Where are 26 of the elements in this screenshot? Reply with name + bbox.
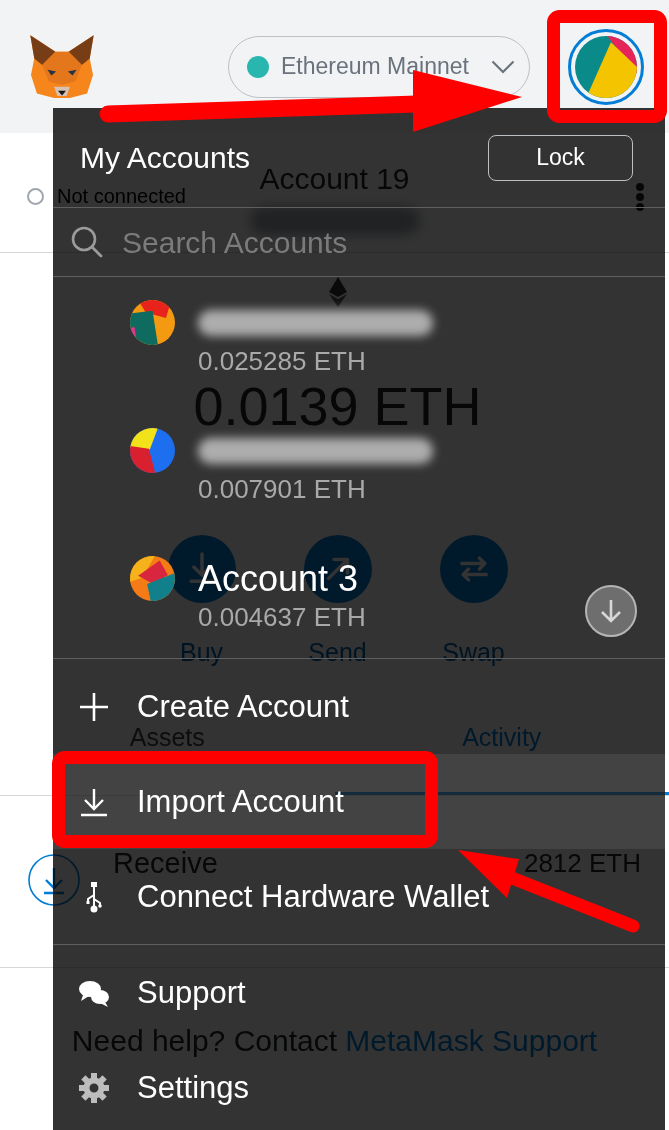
avatar-icon [130,428,175,473]
status-dot-icon [247,55,269,78]
menu-item[interactable]: Import Account [53,754,665,849]
account-button[interactable] [568,28,644,105]
account-balance: 0.004637 ETH [198,603,366,631]
fox-logo [29,34,95,99]
menu-item[interactable]: Create Account [53,687,665,726]
arrow-down-icon [600,598,622,624]
account-name: Account 3 [198,557,360,601]
avatar-icon [130,300,175,345]
search-field[interactable]: Search Accounts [122,219,645,265]
avatar-icon [575,35,637,98]
menu-title: My Accounts [80,139,251,176]
search-icon [71,226,103,258]
plus-icon [78,690,110,723]
account-balance: 0.007901 ETH [198,475,367,503]
menu-item[interactable]: Settings [53,1068,665,1107]
avatar-icon [130,556,175,601]
scroll-down-button[interactable] [585,585,637,637]
menu-item[interactable]: Connect Hardware Wallet [53,877,665,916]
lock-button[interactable]: Lock [488,134,633,181]
account-balance: 0.025285 ETH [198,347,367,375]
status-circle-icon [27,188,44,205]
menu-item[interactable]: Support [53,973,665,1012]
settings-icon [78,1071,110,1104]
chevron-down-icon [491,59,515,74]
